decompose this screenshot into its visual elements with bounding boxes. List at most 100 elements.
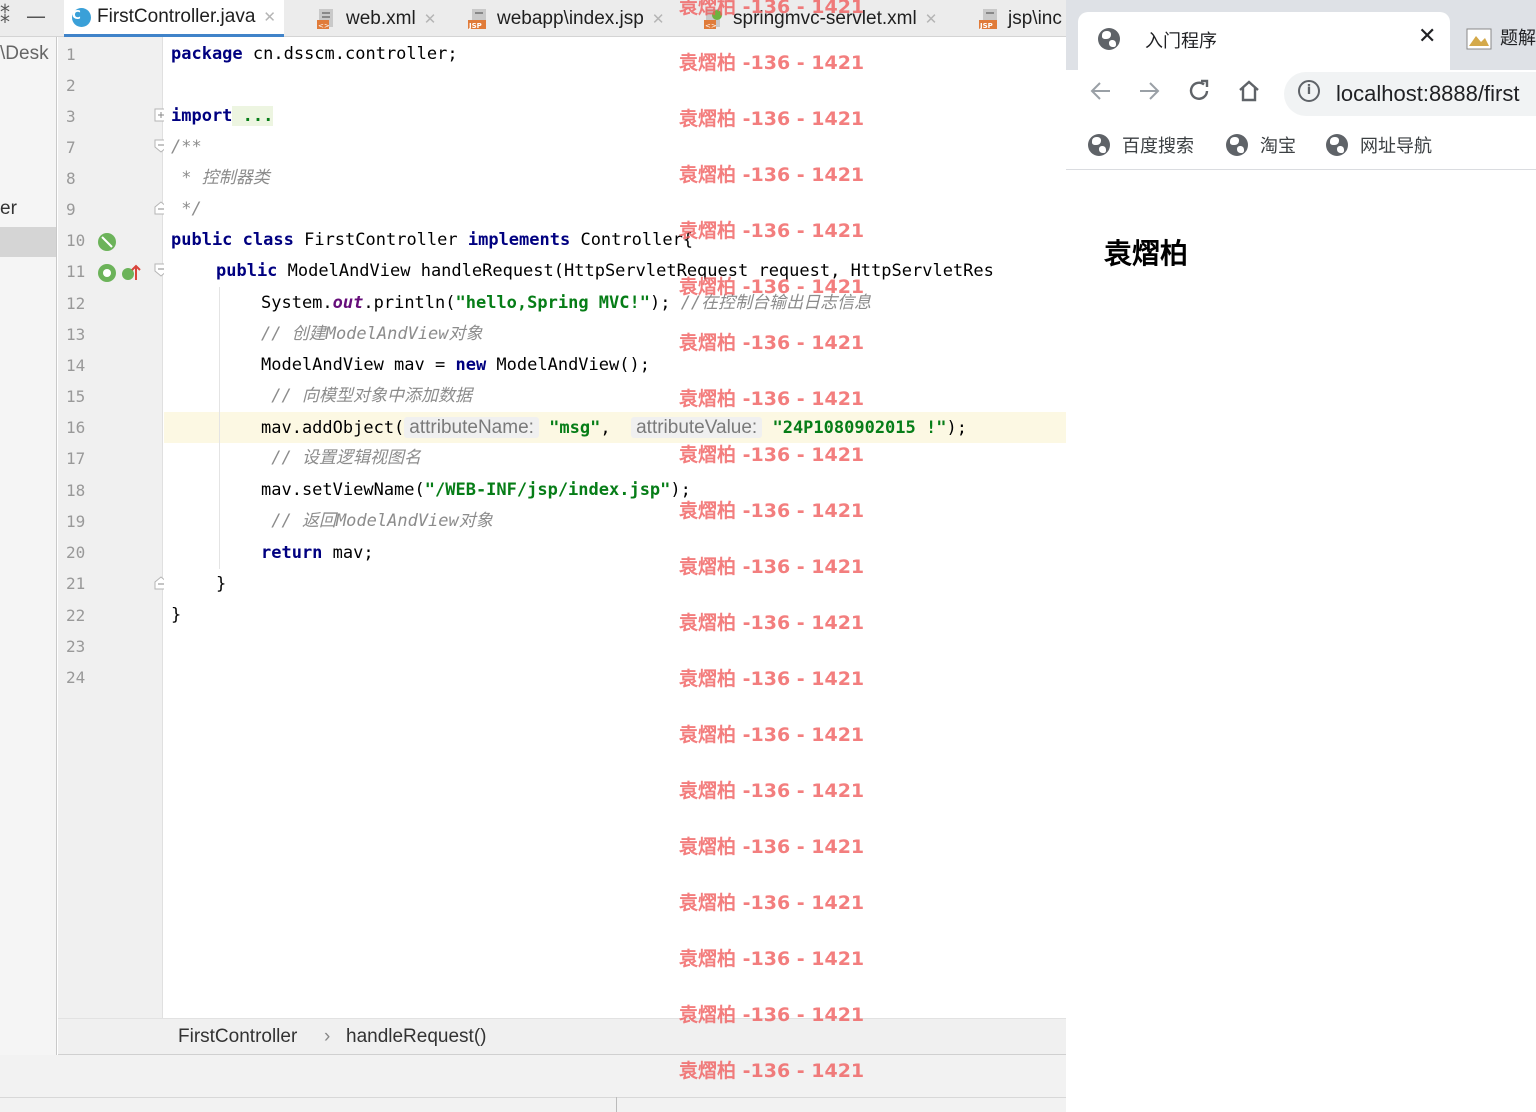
implements-interface-icon[interactable]: [96, 231, 118, 253]
window-menu-icon[interactable]: ⁑: [0, 4, 10, 28]
tab-label: jsp\inc: [1008, 7, 1062, 29]
line-number: 10: [66, 231, 86, 250]
code-line-16[interactable]: mav.addObject(attributeName: "msg", attr…: [261, 412, 967, 443]
tab-label: web.xml: [346, 7, 416, 29]
code-comment: * 控制器类: [171, 168, 270, 188]
code-line-10[interactable]: public class FirstController implements …: [171, 225, 693, 256]
close-tab-icon[interactable]: ✕: [1418, 24, 1436, 49]
line-number: 22: [66, 606, 86, 625]
implements-method-icon[interactable]: [120, 262, 142, 284]
code-line-22[interactable]: }: [171, 600, 181, 631]
code-line-18[interactable]: mav.setViewName("/WEB-INF/jsp/index.jsp"…: [261, 475, 691, 506]
parameter-hint: attributeName:: [404, 417, 539, 438]
breadcrumb: FirstController › handleRequest(): [58, 1018, 1066, 1055]
line-number: 1: [66, 45, 76, 64]
bookmark-label: 网址导航: [1360, 136, 1432, 157]
code-line-12[interactable]: System.out.println("hello,Spring MVC!");…: [261, 288, 871, 319]
close-tab-icon[interactable]: ✕: [263, 8, 276, 26]
forward-icon[interactable]: [1136, 78, 1162, 104]
project-selected-row[interactable]: [0, 227, 56, 257]
breadcrumb-separator: ›: [324, 1026, 331, 1047]
code-token: ModelAndView handleRequest(HttpServletRe…: [277, 261, 994, 281]
indent-guide: [219, 287, 220, 569]
browser-toolbar: i localhost:8888/first: [1066, 70, 1536, 118]
url-text[interactable]: localhost:8888/first: [1336, 81, 1519, 107]
tab-webapp-index-jsp[interactable]: JSP webapp\index.jsp ✕: [467, 0, 664, 37]
code-comment: */: [171, 199, 202, 219]
java-class-icon: C: [72, 7, 91, 27]
code-line-11[interactable]: public ModelAndView handleRequest(HttpSe…: [216, 256, 994, 287]
code-line-9[interactable]: */: [171, 194, 202, 225]
tab-firstcontroller-java[interactable]: C FirstController.java ✕: [64, 0, 284, 37]
code-line-3[interactable]: import ...: [171, 101, 274, 132]
svg-text:JSP: JSP: [468, 22, 482, 30]
line-number: 11: [66, 262, 86, 281]
code-token: public: [216, 261, 278, 281]
code-line-8[interactable]: * 控制器类: [171, 163, 270, 194]
code-line-7[interactable]: /**: [171, 132, 202, 163]
editor-gutter[interactable]: 1 2 3 7 8 9 10 11 12 13 14 15 16 17 18 1…: [58, 37, 201, 1018]
close-tab-icon[interactable]: ✕: [925, 10, 938, 28]
tab-label: FirstController.java: [97, 6, 256, 27]
breadcrumb-class[interactable]: FirstController: [178, 1026, 297, 1048]
code-comment: // 向模型对象中添加数据: [261, 386, 472, 406]
code-editor[interactable]: package cn.dsscm.controller; import ... …: [164, 37, 1066, 1018]
back-icon[interactable]: [1088, 78, 1114, 104]
code-token: implements: [467, 230, 571, 250]
code-string: "msg": [549, 418, 601, 438]
reload-icon[interactable]: [1186, 78, 1212, 104]
code-token: ,: [600, 418, 611, 438]
tab-web-xml[interactable]: <> web.xml ✕: [316, 0, 436, 37]
status-separator: [616, 1097, 617, 1112]
line-number: 13: [66, 325, 86, 344]
line-number: 17: [66, 449, 86, 468]
close-tab-icon[interactable]: ✕: [652, 10, 665, 28]
collapsed-imports[interactable]: ...: [232, 106, 274, 126]
home-icon[interactable]: [1236, 78, 1262, 104]
code-line-13[interactable]: // 创建ModelAndView对象: [261, 319, 483, 350]
bookmark-label: 淘宝: [1260, 136, 1296, 157]
line-number: 21: [66, 574, 86, 593]
code-line-1[interactable]: package cn.dsscm.controller;: [171, 39, 458, 70]
bookmarks-bar: 百度搜索 淘宝 网址导航: [1066, 118, 1536, 170]
info-icon[interactable]: i: [1298, 80, 1320, 102]
browser-tab-inactive[interactable]: 题解: [1466, 24, 1536, 50]
close-tab-icon[interactable]: ✕: [424, 10, 437, 28]
code-token: public: [171, 230, 233, 250]
browser-tab-active[interactable]: 入门程序 ✕: [1078, 12, 1450, 70]
minimize-icon[interactable]: —: [26, 4, 46, 28]
code-line-20[interactable]: return mav;: [261, 538, 374, 569]
xml-file-icon: <>: [317, 8, 333, 30]
code-token: import: [171, 106, 233, 126]
request-mapping-icon[interactable]: [96, 262, 118, 284]
svg-text:<>: <>: [318, 22, 330, 30]
tab-label: webapp\index.jsp: [497, 7, 644, 29]
code-line-17[interactable]: // 设置逻辑视图名: [261, 443, 421, 474]
code-token: mav.setViewName(: [261, 480, 425, 500]
code-token: );: [946, 418, 967, 438]
status-divider: [0, 1097, 1066, 1098]
project-item-fragment[interactable]: er: [0, 198, 17, 220]
code-line-14[interactable]: ModelAndView mav = new ModelAndView();: [261, 350, 650, 381]
breadcrumb-method[interactable]: handleRequest(): [346, 1026, 486, 1048]
bookmark-taobao[interactable]: 淘宝: [1226, 132, 1296, 158]
tab-springmvc-servlet-xml[interactable]: <> springmvc-servlet.xml ✕: [703, 0, 937, 37]
line-number: 2: [66, 76, 76, 95]
code-token: }: [216, 574, 227, 594]
parameter-hint: attributeValue:: [631, 417, 763, 438]
tab-jsp-inc[interactable]: JSP jsp\inc: [978, 0, 1062, 37]
globe-icon: [1088, 134, 1110, 156]
project-tool-window[interactable]: \Desk er: [0, 37, 57, 1055]
code-line-19[interactable]: // 返回ModelAndView对象: [261, 506, 493, 537]
code-line-15[interactable]: // 向模型对象中添加数据: [261, 381, 472, 412]
editor-tab-bar: ⁑ — C FirstController.java ✕ <> web.xml …: [0, 0, 1066, 37]
code-token: mav.addObject(: [261, 418, 405, 438]
code-token: Controller{: [570, 230, 694, 250]
code-token: mav;: [322, 543, 374, 563]
page-heading: 袁熠柏: [1104, 237, 1189, 270]
code-line-21[interactable]: }: [216, 569, 226, 600]
bookmark-nav[interactable]: 网址导航: [1326, 132, 1432, 158]
address-bar[interactable]: i localhost:8888/first: [1284, 72, 1536, 116]
bookmark-baidu[interactable]: 百度搜索: [1088, 132, 1194, 158]
status-bar: [0, 1055, 1066, 1112]
